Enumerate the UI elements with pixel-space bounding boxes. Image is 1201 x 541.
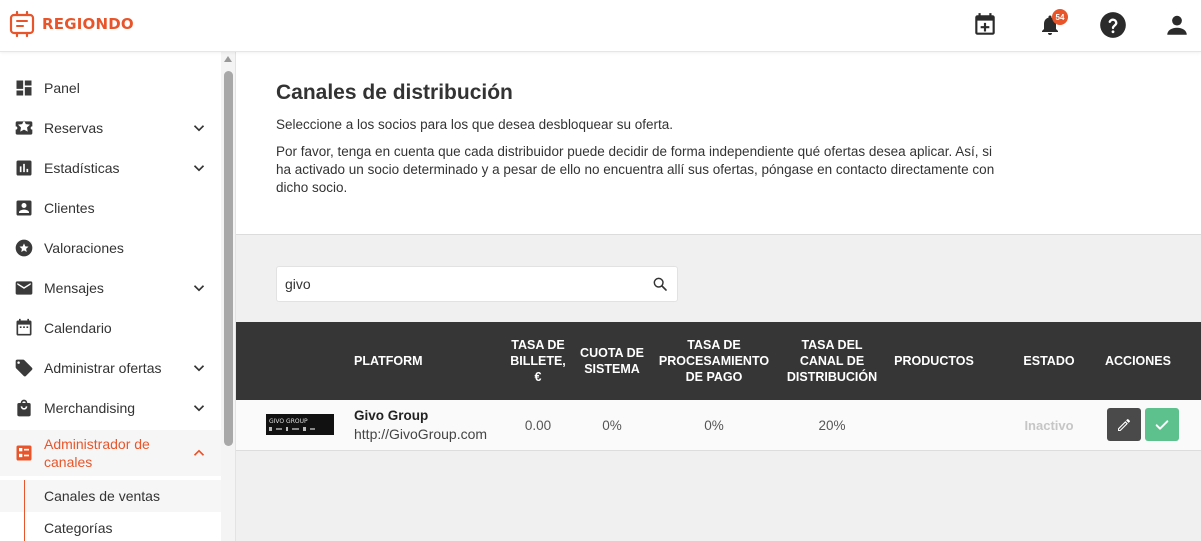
sidebar-item-label: Administrar ofertas: [44, 360, 162, 376]
sidebar-item-label: Reservas: [44, 120, 104, 136]
dashboard-icon: [13, 77, 35, 99]
sidebar-subitem-canales-de-ventas[interactable]: Canales de ventas: [0, 480, 221, 512]
header-ticket-fee: TASA DE BILLETE, €: [510, 338, 566, 384]
page-title: Canales de distribución: [276, 81, 513, 104]
ticket-icon: [13, 117, 35, 139]
brand-name: REGIONDO: [42, 15, 134, 33]
intro-section: Canales de distribución Seleccione a los…: [236, 52, 1201, 235]
chevron-down-icon[interactable]: [190, 119, 208, 137]
chevron-down-icon[interactable]: [190, 359, 208, 377]
cell-channel-fee: 20%: [818, 418, 846, 433]
sidebar-item-label: Mensajes: [44, 280, 104, 296]
search-box: [276, 266, 678, 302]
pencil-icon: [1118, 418, 1130, 431]
header-actions: ACCIONES: [1105, 354, 1171, 368]
logo[interactable]: REGIONDO: [8, 9, 134, 39]
sidebar-item-label: Valoraciones: [44, 240, 124, 256]
bar-chart-icon: [13, 157, 35, 179]
sidebar-subitem-categorias[interactable]: Categorías: [0, 512, 221, 541]
chevron-up-icon[interactable]: [190, 444, 208, 462]
sidebar-item-panel[interactable]: Panel: [0, 68, 221, 108]
chevron-down-icon[interactable]: [190, 159, 208, 177]
sidebar-item-administrar-ofertas[interactable]: Administrar ofertas: [0, 348, 221, 388]
sidebar-item-reservas[interactable]: Reservas: [0, 108, 221, 148]
user-account-icon[interactable]: [1163, 11, 1191, 39]
sidebar-item-label: Calendario: [44, 320, 112, 336]
channel-manager-icon: [13, 442, 35, 464]
partner-logo: GIVO GROUP: [266, 414, 334, 435]
shopping-bag-icon: [13, 397, 35, 419]
header-platform: PLATFORM: [354, 354, 423, 368]
header-payment-fee: TASA DE PROCESAMIENTO DE PAGO: [658, 338, 770, 384]
table-header: PLATFORM TASA DE BILLETE, € CUOTA DE SIS…: [236, 322, 1201, 400]
chevron-down-icon[interactable]: [190, 399, 208, 417]
main-content: Canales de distribución Seleccione a los…: [236, 52, 1201, 541]
header-products: PRODUCTOS: [894, 354, 974, 368]
sidebar-item-label: Clientes: [44, 200, 95, 216]
tag-icon: [13, 357, 35, 379]
header-system-fee: CUOTA DE SISTEMA: [580, 346, 644, 376]
regiondo-logo-icon: [9, 10, 35, 38]
search-icon[interactable]: [652, 276, 668, 292]
notification-badge: 54: [1052, 9, 1068, 25]
status-badge: Inactivo: [1024, 418, 1074, 433]
search-input[interactable]: [277, 267, 647, 301]
note-text: Por favor, tenga en cuenta que cada dist…: [276, 144, 995, 195]
sidebar-item-label: Estadísticas: [44, 160, 120, 176]
table-row: GIVO GROUP Givo Group http://GivoGroup.c…: [236, 400, 1201, 451]
partner-name: Givo Group: [354, 408, 429, 423]
sidebar-item-valoraciones[interactable]: Valoraciones: [0, 228, 221, 268]
cell-products: [890, 400, 978, 451]
cell-system-fee: 0%: [602, 418, 622, 433]
edit-button[interactable]: [1107, 408, 1141, 441]
sidebar-subitem-label: Canales de ventas: [44, 488, 160, 504]
notifications-bell-icon[interactable]: 54: [1036, 9, 1068, 39]
sidebar-item-estadisticas[interactable]: Estadísticas: [0, 148, 221, 188]
help-icon[interactable]: [1099, 11, 1127, 39]
mail-icon: [13, 277, 35, 299]
top-bar: REGIONDO 54: [0, 0, 1201, 52]
sidebar-item-label: Merchandising: [44, 400, 136, 416]
sidebar-item-label: Panel: [44, 80, 80, 96]
star-circle-icon: [13, 237, 35, 259]
header-status: ESTADO: [1023, 354, 1075, 368]
sidebar-scrollbar-thumb[interactable]: [224, 71, 233, 446]
calendar-icon: [13, 317, 35, 339]
sidebar-item-clientes[interactable]: Clientes: [0, 188, 221, 228]
account-box-icon: [13, 197, 35, 219]
sidebar-subitem-label: Categorías: [44, 520, 113, 536]
partner-url[interactable]: http://GivoGroup.com: [354, 426, 487, 442]
sidebar: Panel Reservas Estadísticas Clientes Val…: [0, 52, 236, 541]
scroll-up-arrow-icon[interactable]: [224, 56, 232, 62]
sidebar-item-calendario[interactable]: Calendario: [0, 308, 221, 348]
cell-payment-fee: 0%: [704, 418, 724, 433]
intro-text: Seleccione a los socios para los que des…: [276, 117, 674, 132]
sidebar-item-label: Administrador de canales: [44, 436, 150, 470]
activate-button[interactable]: [1145, 408, 1179, 441]
header-channel-fee: TASA DEL CANAL DE DISTRIBUCIÓN: [786, 338, 878, 384]
sidebar-item-mensajes[interactable]: Mensajes: [0, 268, 221, 308]
checkmark-icon: [1155, 419, 1169, 430]
sidebar-item-merchandising[interactable]: Merchandising: [0, 388, 221, 428]
cell-ticket-fee: 0.00: [524, 418, 552, 433]
add-booking-calendar-icon[interactable]: [971, 11, 999, 39]
chevron-down-icon[interactable]: [190, 279, 208, 297]
partner-logo-text: GIVO GROUP: [269, 418, 308, 425]
sidebar-item-administrador-de-canales[interactable]: Administrador de canales: [0, 430, 221, 476]
